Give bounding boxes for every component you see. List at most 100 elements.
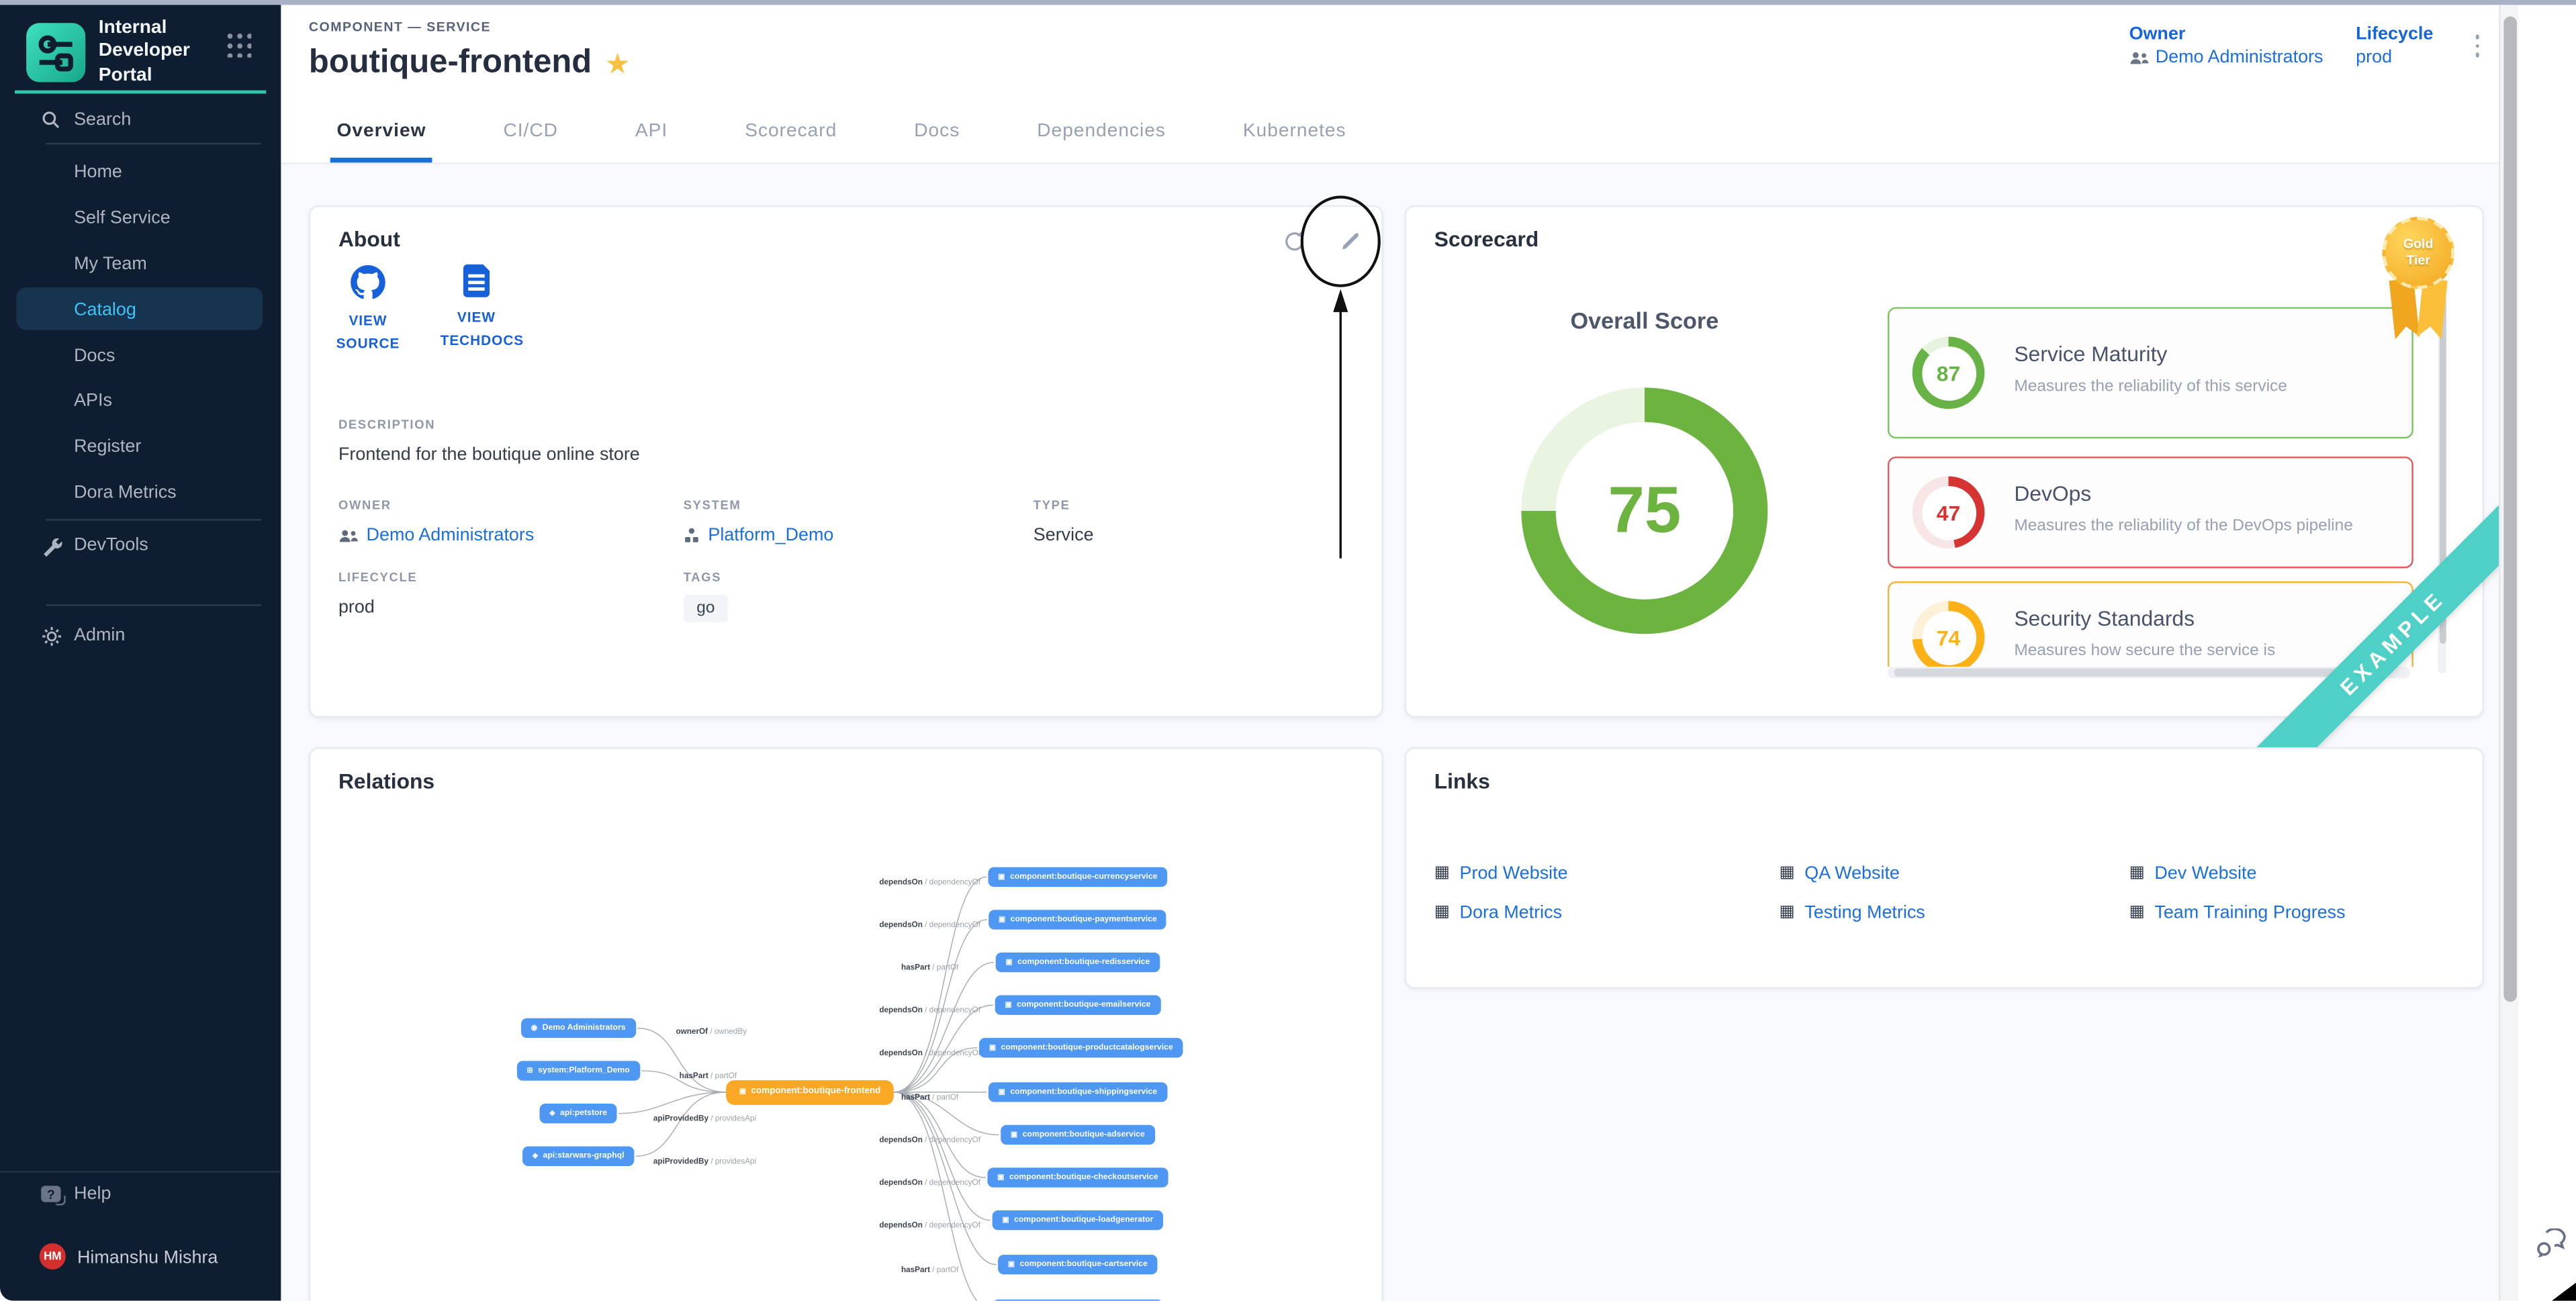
graph-edge-label: dependsOn / dependencyOf xyxy=(879,1222,980,1231)
brand-title: Internal Developer Portal xyxy=(99,16,234,87)
entity-kind-icon: ▣ xyxy=(1005,1002,1011,1009)
apps-grid-icon[interactable] xyxy=(225,31,251,57)
sidebar-item-dora-metrics[interactable]: Dora Metrics xyxy=(0,478,281,508)
graph-node-right-8[interactable]: ▣component:boutique-loadgenerator xyxy=(993,1210,1163,1230)
graph-edge-label: hasPart / partOf xyxy=(901,1095,958,1103)
owner-entity-link[interactable]: Demo Administrators xyxy=(367,526,535,545)
edit-pencil-icon[interactable] xyxy=(1336,228,1362,254)
view-techdocs-link[interactable]: VIEW TECHDOCS xyxy=(429,264,524,352)
sidebar-item-register[interactable]: Register xyxy=(0,432,281,461)
scrollbar-thumb[interactable] xyxy=(1894,669,2341,677)
score-desc: Measures the reliability of this service xyxy=(2014,378,2287,396)
sidebar-item-catalog[interactable]: Catalog xyxy=(0,295,281,325)
graph-node-label: Demo Administrators xyxy=(543,1024,626,1032)
tab-kubernetes[interactable]: Kubernetes xyxy=(1243,99,1346,162)
description-label: DESCRIPTION xyxy=(338,417,640,432)
page-title: boutique-frontend ★ xyxy=(309,44,629,82)
sidebar-item-my-team[interactable]: My Team xyxy=(0,250,281,279)
graph-node-center[interactable]: ▣component:boutique-frontend xyxy=(726,1080,894,1104)
sidebar-item-help[interactable]: ? Help xyxy=(0,1179,281,1209)
sidebar-item-self-service[interactable]: Self Service xyxy=(0,203,281,233)
entity-kind-icon: ◈ xyxy=(533,1153,538,1160)
owner-value[interactable]: Demo Administrators xyxy=(2129,48,2324,67)
link-qa-website[interactable]: ▦QA Website xyxy=(1779,864,2129,883)
score-item-service-maturity[interactable]: 87 Service Maturity Measures the reliabi… xyxy=(1888,307,2413,438)
link-dev-website[interactable]: ▦Dev Website xyxy=(2129,864,2450,883)
favorite-star-icon[interactable]: ★ xyxy=(606,48,629,78)
link-prod-website[interactable]: ▦Prod Website xyxy=(1434,864,1780,883)
score-item-security-standards[interactable]: 74 Security Standards Measures how secur… xyxy=(1888,581,2413,667)
dashboard-icon: ▦ xyxy=(1779,865,1794,881)
graph-node-right-2[interactable]: ▣component:boutique-redisservice xyxy=(996,953,1160,972)
entity-kind-icon: ▣ xyxy=(999,1088,1005,1096)
description-value: Frontend for the boutique online store xyxy=(338,445,640,465)
link-team-training-progress[interactable]: ▦Team Training Progress xyxy=(2129,904,2450,923)
user-avatar[interactable]: HM xyxy=(40,1243,66,1269)
link-label: Prod Website xyxy=(1460,864,1568,883)
graph-node-right-9[interactable]: ▣ component:boutique-cartservice xyxy=(998,1255,1157,1274)
sidebar-item-devtools[interactable]: DevTools xyxy=(0,530,281,560)
graph-node-right-3[interactable]: ▣component:boutique-emailservice xyxy=(995,996,1160,1015)
tab-dependencies[interactable]: Dependencies xyxy=(1037,99,1166,162)
graph-node-right-0[interactable]: ▣component:boutique-currencyservice xyxy=(988,867,1168,887)
graph-node-right-4[interactable]: ▣component:boutique-productcatalogservic… xyxy=(979,1038,1183,1057)
tab-api[interactable]: API xyxy=(635,99,668,162)
graph-node-right-1[interactable]: ▣component:boutique-paymentservice xyxy=(988,910,1166,929)
tag-chip-go[interactable]: go xyxy=(684,595,728,623)
sidebar-item-apis[interactable]: APIs xyxy=(0,386,281,416)
graph-node-right-5[interactable]: ▣component:boutique-shippingservice xyxy=(988,1082,1167,1102)
badge-line2: Tier xyxy=(2406,253,2430,269)
graph-node-label: component:boutique-paymentservice xyxy=(1011,916,1157,924)
link-label: Testing Metrics xyxy=(1804,904,1925,923)
graph-node-right-7[interactable]: ▣component:boutique-checkoutservice xyxy=(987,1167,1168,1187)
view-source-link[interactable]: VIEW SOURCE xyxy=(320,264,416,355)
window-right-margin xyxy=(2518,5,2576,1300)
score-value: 74 xyxy=(1913,601,1985,667)
sidebar-item-admin[interactable]: Admin xyxy=(0,621,281,650)
graph-node-left-2[interactable]: ◈api:petstore xyxy=(540,1104,617,1123)
about-card: About VIEW SOURCE VIEW TECHDOCS DESCRIPT… xyxy=(309,205,1383,718)
kebab-menu-icon[interactable] xyxy=(2469,34,2485,57)
entity-kind-icon: ▣ xyxy=(1008,1261,1015,1268)
score-item-devops[interactable]: 47 DevOps Measures the reliability of th… xyxy=(1888,456,2413,568)
sidebar-item-search[interactable]: Search xyxy=(0,105,281,135)
entity-kind-icon: ▣ xyxy=(1005,959,1012,966)
graph-node-right-6[interactable]: ▣component:boutique-adservice xyxy=(1001,1125,1154,1145)
graph-edge-label: dependsOn / dependencyOf xyxy=(879,1008,980,1016)
tab-docs[interactable]: Docs xyxy=(914,99,960,162)
graph-node-label: component:boutique-loadgenerator xyxy=(1014,1216,1153,1224)
graph-edge xyxy=(894,920,987,1092)
sidebar-item-docs[interactable]: Docs xyxy=(0,342,281,371)
overall-score-label: Overall Score xyxy=(1521,307,1767,333)
sidebar-item-home[interactable]: Home xyxy=(0,158,281,187)
link-testing-metrics[interactable]: ▦ Testing Metrics xyxy=(1779,904,2129,923)
system-entity-link[interactable]: Platform_Demo xyxy=(708,526,833,545)
links-card-title: Links xyxy=(1434,769,1490,793)
graph-edge xyxy=(894,877,986,1092)
sidebar-item-label: DevTools xyxy=(74,536,148,555)
owner-label: Owner xyxy=(2129,25,2324,44)
graph-node-left-0[interactable]: ◉Demo Administrators xyxy=(521,1018,635,1038)
graph-node-label: component:boutique-cartservice xyxy=(1020,1261,1148,1269)
refresh-icon[interactable] xyxy=(1281,228,1307,254)
graph-edge xyxy=(894,1005,993,1092)
sidebar: Internal Developer Portal Search Home Se… xyxy=(0,0,281,1301)
link-dora-metrics[interactable]: ▦Dora Metrics xyxy=(1434,904,1780,923)
chat-widget-icon[interactable] xyxy=(2535,1228,2568,1266)
tab-overview[interactable]: Overview xyxy=(337,99,426,162)
graph-node-left-3[interactable]: ◈ api:starwars-graphql xyxy=(522,1147,634,1166)
sidebar-item-label: Catalog xyxy=(74,301,136,320)
graph-node-left-1[interactable]: ⊞system:Platform_Demo xyxy=(517,1061,640,1080)
tab-scorecard[interactable]: Scorecard xyxy=(745,99,837,162)
graph-node-label: api:starwars-graphql xyxy=(543,1152,625,1160)
graph-edge-label: ownerOf / ownedBy xyxy=(676,1029,747,1037)
link-label: Dev Website xyxy=(2154,864,2256,883)
wrench-icon xyxy=(40,534,62,557)
dashboard-icon: ▦ xyxy=(1779,905,1794,921)
page-scrollbar-thumb[interactable] xyxy=(2503,16,2517,1002)
user-name[interactable]: Himanshu Mishra xyxy=(77,1248,218,1267)
lifecycle-field-label: LIFECYCLE xyxy=(338,570,667,585)
graph-node-right-10[interactable]: ▣ xyxy=(993,1300,1163,1301)
tab-cicd[interactable]: CI/CD xyxy=(503,99,557,162)
sidebar-divider xyxy=(46,519,261,520)
